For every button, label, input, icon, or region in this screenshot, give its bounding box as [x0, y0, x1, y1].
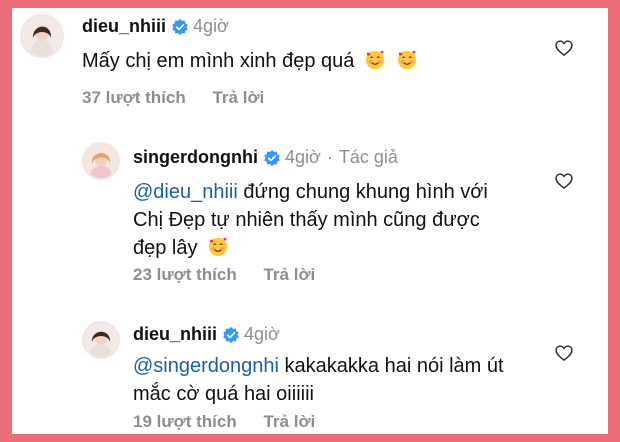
- comment-username[interactable]: singerdongnhi: [133, 147, 258, 168]
- heart-icon[interactable]: [554, 38, 574, 58]
- smiling-face-with-hearts-emoji: [365, 50, 385, 70]
- mention-link[interactable]: @singerdongnhi: [133, 355, 279, 377]
- comment-username[interactable]: dieu_nhiii: [82, 16, 166, 37]
- comment-text-line: Chị Đẹp tự nhiên thấy mình cũng được: [133, 209, 480, 231]
- verified-badge-icon: [172, 18, 188, 35]
- reply-button[interactable]: Trả lời: [212, 88, 264, 107]
- comment-text-body: Mấy chị em mình xinh đẹp quá: [82, 50, 355, 72]
- comment-text-line: mắc cờ quá hai oiiiiii: [133, 383, 314, 405]
- comment-text: @dieu_nhiii đứng chung khung hình với Ch…: [133, 178, 553, 262]
- heart-icon[interactable]: [554, 343, 574, 363]
- comment-time: 4giờ: [285, 147, 321, 167]
- like-count[interactable]: 23 lượt thích: [133, 265, 237, 284]
- comment-time: 4giờ: [193, 16, 229, 36]
- comment-item: singerdongnhi 4giờ · Tác giả @dieu_nhiii…: [12, 128, 608, 288]
- comments-panel: dieu_nhiii 4giờ Mấy chị em mình xinh đẹp…: [12, 8, 608, 434]
- separator-dot: ·: [326, 147, 333, 167]
- avatar[interactable]: [82, 142, 120, 180]
- avatar[interactable]: [82, 321, 120, 359]
- comment-item: dieu_nhiii 4giờ @singerdongnhi kakakakka…: [12, 308, 608, 434]
- smiling-face-with-hearts-emoji: [208, 237, 228, 257]
- reply-button[interactable]: Trả lời: [263, 265, 315, 284]
- mention-link[interactable]: @dieu_nhiii: [133, 181, 238, 203]
- comment-text-line: đẹp lây: [133, 237, 198, 259]
- like-count[interactable]: 37 lượt thích: [82, 88, 186, 107]
- smiling-face-with-hearts-emoji: [397, 50, 416, 70]
- verified-badge-icon: [264, 149, 280, 166]
- reply-button[interactable]: Trả lời: [263, 412, 315, 431]
- comment-text-line: kakakakka hai nói làm út: [278, 355, 504, 377]
- like-count[interactable]: 19 lượt thích: [133, 412, 237, 431]
- comment-text: @singerdongnhi kakakakka hai nói làm út …: [133, 352, 563, 408]
- comment-item: dieu_nhiii 4giờ Mấy chị em mình xinh đẹp…: [12, 8, 608, 128]
- avatar[interactable]: [20, 14, 64, 58]
- comment-username[interactable]: dieu_nhiii: [133, 324, 217, 345]
- heart-icon[interactable]: [554, 171, 574, 191]
- verified-badge-icon: [223, 326, 239, 343]
- comment-time: 4giờ: [244, 324, 280, 344]
- comment-text-line: đứng chung khung hình với: [237, 181, 488, 203]
- comment-text: Mấy chị em mình xinh đẹp quá: [82, 48, 542, 74]
- author-badge: Tác giả: [338, 147, 398, 167]
